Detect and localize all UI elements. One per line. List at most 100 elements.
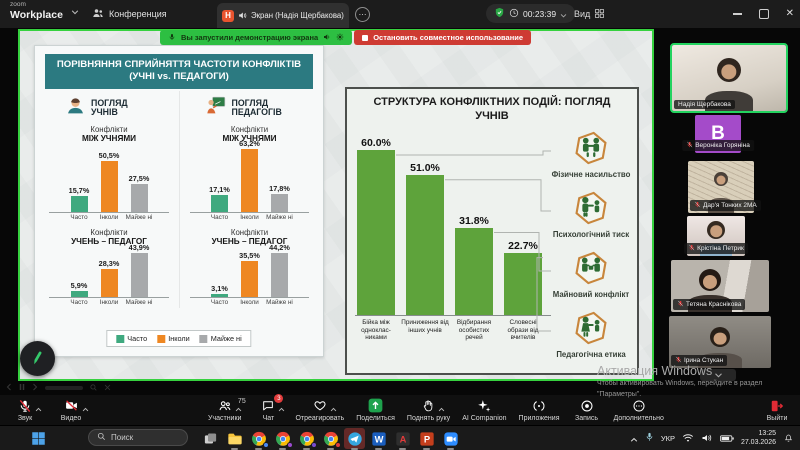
tab-conference[interactable]: Конференция — [92, 0, 167, 28]
video-button[interactable]: Видео — [56, 398, 86, 422]
bar-group: 27,5% — [131, 174, 148, 212]
maximize-button[interactable] — [759, 9, 769, 19]
share-button[interactable]: Поделиться — [356, 398, 395, 422]
task-view-icon[interactable] — [200, 428, 221, 449]
record-button[interactable]: Запись — [572, 398, 602, 422]
battery-icon[interactable] — [720, 430, 734, 448]
ai-companion-button[interactable]: AI Companion — [462, 398, 506, 422]
gear-icon[interactable] — [336, 33, 344, 43]
bar-value-label: 50,5% — [99, 151, 120, 160]
chrome-icon[interactable] — [248, 428, 269, 449]
tray-mic-icon[interactable] — [645, 430, 654, 448]
chrome-icon[interactable] — [320, 428, 341, 449]
chat-button[interactable]: 3Чат — [253, 398, 283, 422]
bar-value-label: 5,9% — [71, 281, 88, 290]
pause-icon[interactable] — [19, 383, 25, 393]
exit-slideshow-icon[interactable] — [104, 384, 111, 393]
shared-screen: ПОРІВНЯННЯ СПРИЙНЯТТЯ ЧАСТОТИ КОНФЛІКТІВ… — [18, 29, 654, 381]
raise-hand-button[interactable]: Поднять руку — [407, 398, 450, 422]
participant-name-pill: Надія Щербакова — [674, 100, 735, 109]
meeting-status-pill[interactable]: 00:23:39 — [486, 4, 575, 23]
speaker-icon[interactable] — [323, 33, 331, 43]
grid-view-icon — [594, 8, 605, 21]
participant-tile[interactable]: Надія Щербакова — [672, 45, 786, 111]
search-input[interactable]: Поиск — [88, 429, 188, 446]
react-button[interactable]: Отреагировать — [295, 398, 344, 422]
slideshow-controls[interactable] — [6, 383, 111, 393]
structure-bar — [406, 175, 444, 315]
legend-item: Часто — [116, 334, 147, 343]
bars-area: 3,1%35,5%44,2% — [190, 249, 309, 298]
structure-chart-title: СТРУКТУРА КОНФЛІКТНИХ ПОДІЙ: ПОГЛЯД УЧНІ… — [347, 96, 637, 124]
wifi-icon[interactable] — [682, 430, 694, 448]
tray-time: 13:25 — [741, 430, 776, 438]
zoom-toolbar: Звук Видео 75Участники 3Чат Отреагировать По… — [0, 395, 800, 425]
volume-icon[interactable] — [701, 430, 713, 448]
zoom-slide-icon[interactable] — [90, 384, 97, 393]
telegram-icon[interactable] — [344, 428, 365, 449]
chevron-up-icon[interactable] — [35, 399, 42, 417]
share-status-pill: Вы запустили демонстрацию экрана — [160, 30, 352, 45]
leave-icon — [770, 398, 784, 413]
participant-tile[interactable]: Ірина Стукан — [669, 316, 771, 368]
bar-group: 44,2% — [271, 243, 288, 297]
word-icon[interactable]: W — [368, 428, 389, 449]
view-label: Вид — [574, 9, 590, 19]
chrome-icon[interactable] — [296, 428, 317, 449]
start-button[interactable] — [30, 430, 47, 447]
bar-value-label: 17,1% — [209, 185, 230, 194]
participants-button[interactable]: 75Участники — [208, 398, 241, 422]
next-slide-icon[interactable] — [32, 383, 38, 393]
chevron-up-icon[interactable] — [438, 399, 445, 417]
brand-zoom: zoom — [10, 2, 63, 9]
participant-tile[interactable]: Крістіна Петрик — [687, 216, 745, 256]
chrome-icon[interactable] — [272, 428, 293, 449]
zoom-window: zoom Workplace Конференция Н Экран (Наді… — [0, 0, 800, 450]
participants-panel: Надія Щербакова BВероніка Горяніна Дар'я Т… — [655, 28, 800, 395]
bar-value-label: 43,9% — [129, 243, 150, 252]
zoom-app-icon[interactable] — [440, 428, 461, 449]
minimize-button[interactable] — [733, 13, 742, 15]
language-indicator[interactable]: УКР — [661, 434, 675, 443]
close-button[interactable]: ✕ — [786, 9, 794, 19]
chevron-up-icon[interactable] — [82, 399, 89, 417]
participant-name-pill: Тетяна Краснікова — [673, 299, 745, 310]
acrobat-icon[interactable]: A — [392, 428, 413, 449]
participant-tile[interactable]: Тетяна Краснікова — [671, 260, 769, 312]
bar-value-label: 17,8% — [269, 184, 290, 193]
profile-badge — [335, 442, 341, 448]
leave-button[interactable]: Выйти — [762, 398, 792, 422]
chevron-up-icon[interactable] — [330, 399, 337, 417]
annotation-button[interactable] — [20, 341, 55, 376]
participant-tile[interactable]: Дар'я Тонких 2МА — [688, 161, 754, 213]
bars-area: 5,9%28,3%43,9% — [49, 249, 169, 298]
clock[interactable]: 13:25 27.03.2026 — [741, 430, 776, 447]
toolbar-label: Запись — [575, 415, 598, 422]
notification-bell-icon[interactable] — [783, 430, 794, 448]
chevron-up-icon[interactable] — [630, 430, 638, 448]
view-button[interactable]: Вид — [574, 0, 605, 28]
powerpoint-icon[interactable]: P — [416, 428, 437, 449]
participant-tile[interactable]: BВероніка Горяніна — [695, 115, 741, 153]
prev-slide-icon[interactable] — [6, 383, 12, 393]
property-conflict-icon — [574, 251, 608, 290]
mini-chart: КонфліктиУЧЕНЬ – ПЕДАГОГ5,9%28,3%43,9%Ча… — [39, 228, 179, 308]
audio-button[interactable]: Звук — [10, 398, 40, 422]
zoom-workplace-menu[interactable]: zoom Workplace — [10, 2, 79, 20]
x-axis-label: Часто — [211, 299, 228, 308]
tab-screen-share[interactable]: Н Экран (Надія Щербакова) — [217, 3, 349, 28]
participant-head — [714, 172, 728, 186]
share-banner: Вы запустили демонстрацию экрана Останов… — [160, 30, 531, 45]
more-button[interactable]: Дополнительно — [614, 398, 664, 422]
toolbar-label: Чат — [263, 415, 275, 422]
tab-more-icon[interactable]: ⋯ — [355, 7, 370, 22]
participant-name: Дар'я Тонких 2МА — [703, 202, 757, 209]
x-axis-label: Майже ні — [131, 214, 148, 223]
participant-name-pill: Крістіна Петрик — [684, 243, 748, 254]
explorer-icon[interactable] — [224, 428, 245, 449]
bar-group: 50,5% — [101, 151, 118, 212]
svg-text:W: W — [374, 434, 383, 444]
stop-share-button[interactable]: Остановить совместное использование — [354, 30, 531, 45]
apps-button[interactable]: Приложения — [519, 398, 560, 422]
structure-icon-label: Психологічний тиск — [553, 231, 629, 240]
